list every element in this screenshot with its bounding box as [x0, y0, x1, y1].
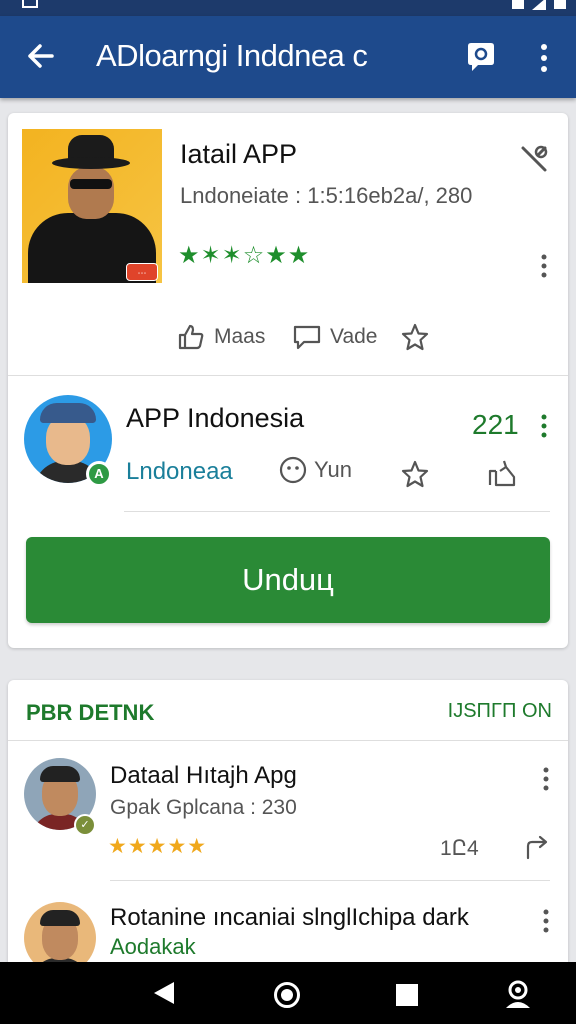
nav-home-icon[interactable] — [274, 982, 300, 1008]
like-label: Maas — [214, 325, 266, 348]
app-bar: ADloarngi Inddnea c — [0, 16, 576, 98]
detail-subtitle: Lndoneiate : 1:5:16eb2a/, 280 — [180, 183, 473, 208]
divider — [124, 511, 550, 512]
emoji-action[interactable]: Yun — [278, 455, 352, 485]
status-bar — [0, 0, 576, 16]
list-item-title[interactable]: Dataal Hıtajh Apg — [110, 762, 297, 790]
more-vert-icon[interactable] — [530, 40, 558, 76]
notification-icon — [22, 0, 38, 8]
comment-label: Vade — [330, 325, 378, 348]
status-icons — [512, 0, 566, 10]
assistant-icon[interactable] — [502, 978, 534, 1010]
verified-badge: ✓ — [74, 814, 96, 836]
list-item-subtitle: Gpak Gplcana : 230 — [110, 796, 297, 819]
detail-rating-stars: ★✶✶☆★★ — [178, 242, 311, 269]
divider — [110, 880, 550, 881]
avatar-hair — [40, 766, 80, 782]
favorite-action[interactable] — [400, 317, 430, 357]
hero-badge: ⋯ — [126, 263, 158, 281]
list-item-subtitle: Aodakak — [110, 934, 196, 959]
app-bar-title: ADloarngi Inddnea c — [96, 38, 368, 73]
tools-icon[interactable] — [518, 143, 550, 175]
comment-action[interactable]: Vade — [292, 317, 378, 357]
avatar-hair — [40, 910, 80, 926]
system-nav-bar — [0, 962, 576, 1024]
list-item-rating-stars: ★★★★★ — [108, 835, 208, 858]
hero-face — [68, 167, 114, 219]
like-action[interactable]: Maas — [176, 317, 265, 357]
nav-back-icon[interactable] — [152, 980, 176, 1006]
arrow-back-icon[interactable] — [22, 38, 58, 74]
recommendation-card: PBR DETNK IJSΠΓΠ ON ✓ Dataal Hıtajh Apg … — [8, 680, 568, 974]
share-icon[interactable] — [486, 457, 520, 491]
more-vert-icon[interactable] — [540, 908, 552, 934]
more-vert-icon[interactable] — [538, 413, 550, 439]
star-outline-icon[interactable] — [400, 459, 430, 489]
app-row-title: APP Indonesia — [126, 403, 305, 433]
app-hero-image[interactable]: ⋯ — [22, 129, 162, 283]
more-vert-icon[interactable] — [540, 766, 552, 792]
verified-badge: A — [86, 461, 112, 487]
divider — [8, 740, 568, 741]
divider — [8, 375, 568, 376]
wifi-icon — [512, 0, 524, 9]
thumb-up-icon — [178, 324, 204, 350]
emoji-label: Yun — [314, 457, 352, 482]
chat-bubble-icon[interactable] — [464, 40, 498, 74]
battery-icon — [554, 0, 566, 9]
nav-recents-icon[interactable] — [396, 984, 418, 1006]
app-detail-card: ⋯ Iatail APP Lndoneiate : 1:5:16eb2a/, 2… — [8, 113, 568, 648]
smiley-icon — [279, 456, 307, 484]
avatar-hat — [40, 403, 96, 423]
section-action-link[interactable]: IJSΠΓΠ ON — [448, 700, 552, 723]
app-row-subtitle[interactable]: Lndoneaa — [126, 458, 233, 486]
star-outline-icon — [401, 323, 429, 351]
section-title: PBR DETNK — [26, 700, 155, 725]
comment-icon — [293, 325, 321, 350]
detail-title: Iatail APP — [180, 139, 298, 169]
list-item-count: 1Ը4 — [440, 837, 479, 860]
hero-glasses — [70, 179, 112, 189]
signal-icon — [532, 0, 546, 10]
more-vert-icon[interactable] — [538, 253, 550, 279]
share-icon[interactable] — [524, 834, 552, 862]
list-item-title[interactable]: Rotanine ıncaniai slnglIchipa dark — [110, 904, 469, 932]
hero-hat-brim — [52, 157, 130, 169]
app-row-count: 221 — [472, 409, 519, 440]
download-button[interactable]: Unduц — [26, 537, 550, 623]
